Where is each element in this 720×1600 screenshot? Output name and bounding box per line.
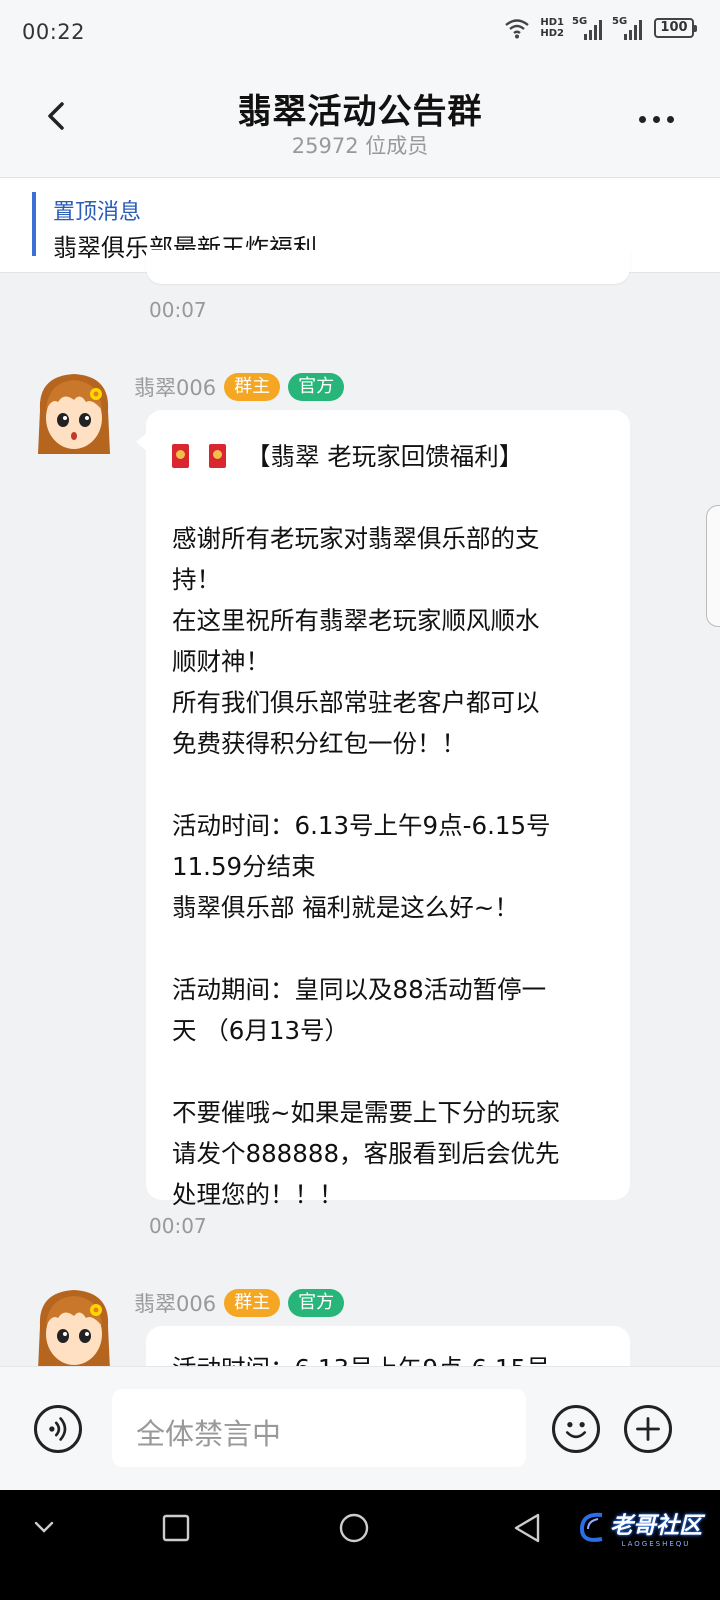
signal-sim1-icon: 5G: [572, 16, 604, 40]
watermark-logo: 老哥社区 LAOGESHEQU: [576, 1506, 702, 1548]
status-bar: 00:22 HD1 HD2 5G 5G 100: [0, 0, 720, 66]
owner-badge: 群主: [224, 1289, 281, 1317]
group-title: 翡翠活动公告群: [237, 92, 483, 132]
message-bubble[interactable]: 【翡翠 老玩家回馈福利】 感谢所有老玩家对翡翠俱乐部的支 持！ 在这里祝所有翡翠…: [136, 410, 630, 1209]
voice-icon[interactable]: [34, 1405, 82, 1453]
message-input[interactable]: 全体禁言中: [112, 1389, 526, 1467]
chat-header: 翡翠活动公告群 25972 位成员: [0, 66, 720, 178]
message-text: 【翡翠 老玩家回馈福利】 感谢所有老玩家对翡翠俱乐部的支 持！ 在这里祝所有翡翠…: [172, 436, 612, 1215]
red-envelope-icon: [209, 444, 226, 468]
emoji-icon[interactable]: [552, 1405, 600, 1453]
message-timestamp: 00:07: [149, 298, 207, 322]
input-placeholder: 全体禁言中: [136, 1417, 282, 1451]
battery-icon: 100: [654, 18, 697, 38]
signal-sim2-icon: 5G: [612, 16, 644, 40]
side-scroll-handle[interactable]: [706, 505, 720, 627]
system-nav-bar: 老哥社区 LAOGESHEQU: [0, 1490, 720, 1600]
hd-indicator: HD1 HD2: [540, 17, 564, 39]
previous-message-bubble[interactable]: [146, 250, 630, 284]
member-count[interactable]: 25972 位成员: [0, 130, 720, 160]
more-dots-icon[interactable]: [639, 116, 674, 123]
avatar[interactable]: [34, 1286, 114, 1372]
official-badge: 官方: [288, 373, 345, 401]
status-time: 00:22: [22, 20, 86, 44]
input-bar: 全体禁言中: [0, 1366, 720, 1490]
avatar[interactable]: [34, 370, 114, 456]
sender-name[interactable]: 翡翠006: [134, 372, 216, 402]
pinned-label: 置顶消息: [53, 200, 142, 225]
sender-name[interactable]: 翡翠006: [134, 1288, 216, 1318]
wifi-icon: [505, 19, 530, 39]
message-timestamp: 00:07: [149, 1214, 207, 1238]
owner-badge: 群主: [224, 373, 281, 401]
message-title-line: 【翡翠 老玩家回馈福利】: [172, 436, 612, 477]
sender-row: 翡翠006 群主 官方: [134, 372, 345, 402]
nav-home-icon[interactable]: [338, 1512, 370, 1544]
nav-collapse-chevron-icon[interactable]: [34, 1520, 54, 1534]
red-envelope-icon: [172, 444, 189, 468]
dragon-logo-icon: [579, 1512, 603, 1542]
nav-recents-icon[interactable]: [162, 1514, 190, 1542]
status-icons: HD1 HD2 5G 5G 100: [504, 16, 697, 40]
sender-row: 翡翠006 群主 官方: [134, 1288, 345, 1318]
plus-icon[interactable]: [624, 1405, 672, 1453]
nav-back-icon[interactable]: [512, 1512, 542, 1544]
official-badge: 官方: [288, 1289, 345, 1317]
pinned-accent-bar: [32, 192, 36, 256]
